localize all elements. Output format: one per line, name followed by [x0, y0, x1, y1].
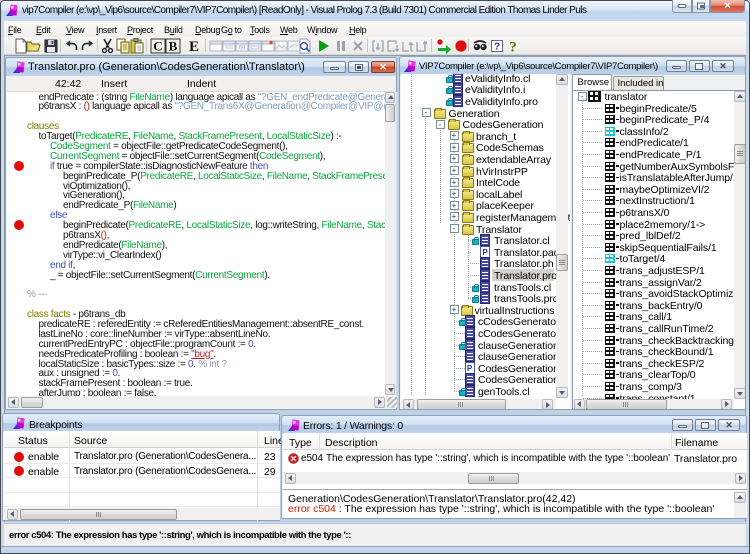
svg-text:C: C [153, 39, 162, 54]
svg-text:69: 69 [239, 46, 246, 52]
svg-text:B: B [169, 39, 178, 54]
svg-text:E: E [189, 39, 199, 54]
svg-text:?: ? [494, 42, 500, 53]
svg-text:?: ? [509, 40, 517, 55]
